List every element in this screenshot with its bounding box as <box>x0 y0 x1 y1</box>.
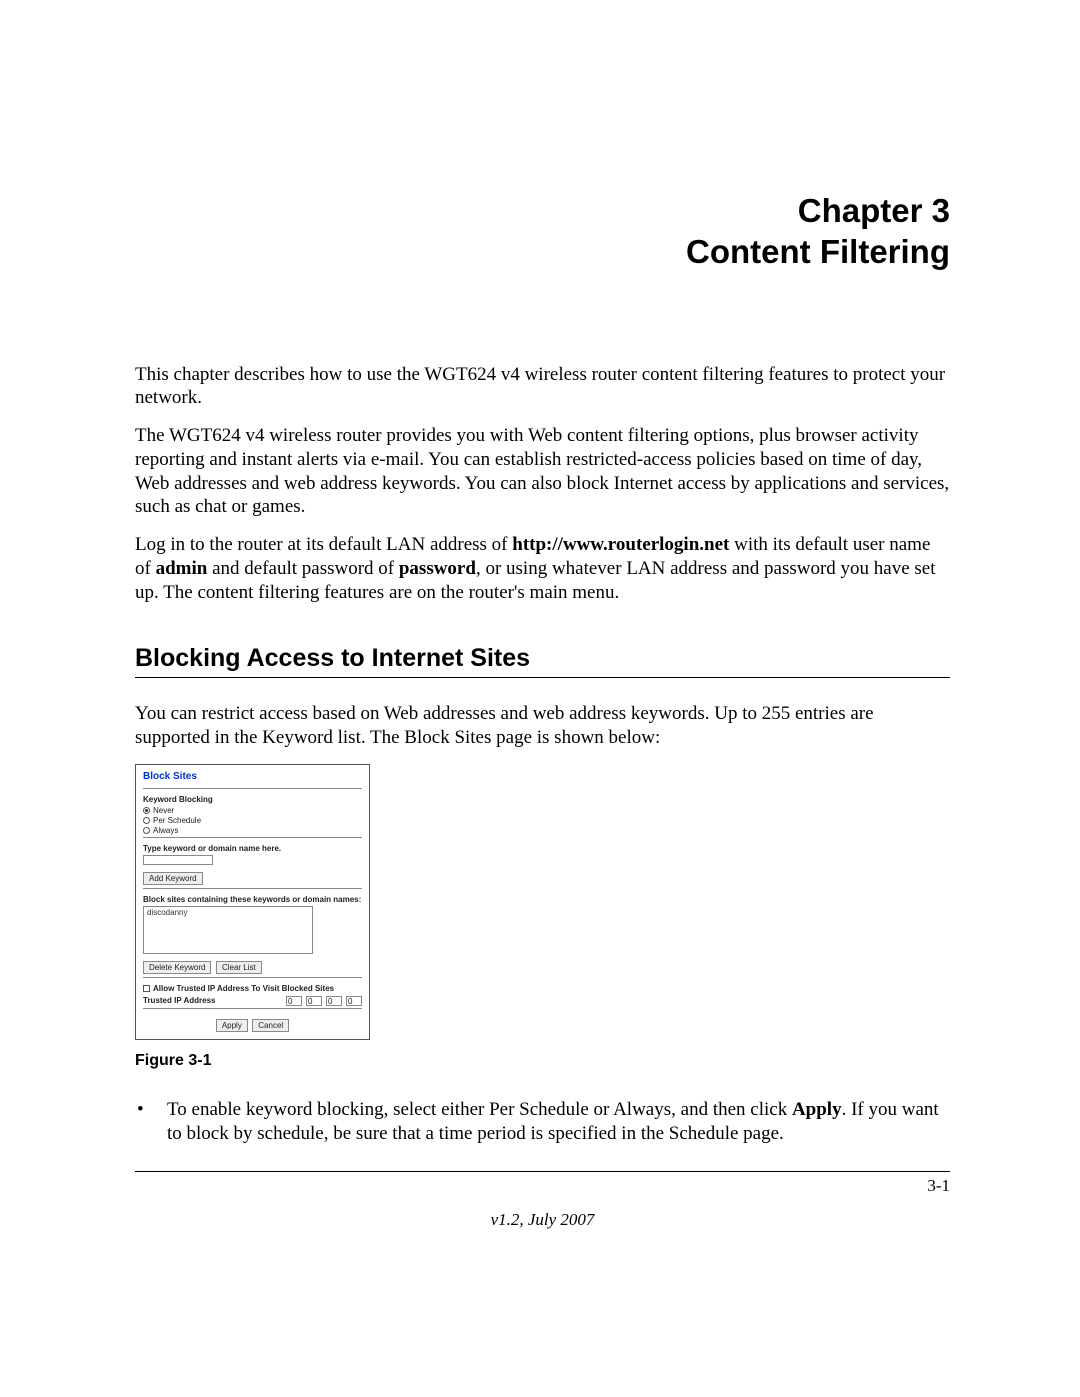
intro-paragraph-2: The WGT624 v4 wireless router provides y… <box>135 424 950 519</box>
delete-keyword-button[interactable]: Delete Keyword <box>143 961 211 974</box>
apply-button[interactable]: Apply <box>216 1019 248 1032</box>
p3-part-a: Log in to the router at its default LAN … <box>135 534 512 555</box>
figure-separator <box>143 888 362 889</box>
chapter-name: Content Filtering <box>135 231 950 272</box>
keyword-listbox[interactable]: discodanny <box>143 906 313 954</box>
checkbox-icon <box>143 985 150 992</box>
radio-icon <box>143 817 150 824</box>
clear-list-button[interactable]: Clear List <box>216 961 262 974</box>
router-url: http://www.routerlogin.net <box>512 534 729 555</box>
page-number: 3-1 <box>927 1176 950 1196</box>
section-heading: Blocking Access to Internet Sites <box>135 644 950 673</box>
ip-octet-1[interactable]: 0 <box>286 996 302 1006</box>
add-keyword-button[interactable]: Add Keyword <box>143 872 203 885</box>
radio-never-label: Never <box>153 806 174 815</box>
radio-per-schedule-row[interactable]: Per Schedule <box>143 816 362 825</box>
bullet-item: • To enable keyword blocking, select eit… <box>137 1098 950 1146</box>
chapter-number: Chapter 3 <box>135 190 950 231</box>
figure-separator <box>143 837 362 838</box>
trusted-ip-row: Trusted IP Address 0 0 0 0 <box>143 996 362 1006</box>
block-list-label: Block sites containing these keywords or… <box>143 895 362 904</box>
bullet-a: To enable keyword blocking, select eithe… <box>167 1099 792 1120</box>
radio-icon <box>143 807 150 814</box>
allow-trusted-row[interactable]: Allow Trusted IP Address To Visit Blocke… <box>143 984 362 993</box>
default-username: admin <box>156 558 208 579</box>
ip-octet-2[interactable]: 0 <box>306 996 322 1006</box>
section-rule <box>135 677 950 678</box>
keyword-blocking-label: Keyword Blocking <box>143 795 362 804</box>
allow-trusted-label: Allow Trusted IP Address To Visit Blocke… <box>153 984 334 993</box>
figure-separator <box>143 1008 362 1009</box>
radio-per-schedule-label: Per Schedule <box>153 816 201 825</box>
radio-icon <box>143 827 150 834</box>
footer: 3-1 <box>135 1176 950 1196</box>
footer-rule <box>135 1171 950 1172</box>
default-password: password <box>399 558 476 579</box>
ip-octet-4[interactable]: 0 <box>346 996 362 1006</box>
bullet-text: To enable keyword blocking, select eithe… <box>167 1098 950 1146</box>
radio-always-label: Always <box>153 826 178 835</box>
list-item: discodanny <box>147 908 309 917</box>
bullet-apply: Apply <box>792 1099 842 1120</box>
figure-title: Block Sites <box>143 771 362 782</box>
radio-never-row[interactable]: Never <box>143 806 362 815</box>
p3-part-c: and default password of <box>207 558 399 579</box>
chapter-title: Chapter 3 Content Filtering <box>135 190 950 273</box>
trusted-ip-label: Trusted IP Address <box>143 996 282 1005</box>
type-keyword-label: Type keyword or domain name here. <box>143 844 362 853</box>
figure-separator <box>143 788 362 789</box>
radio-always-row[interactable]: Always <box>143 826 362 835</box>
figure-separator <box>143 977 362 978</box>
figure-block-sites: Block Sites Keyword Blocking Never Per S… <box>135 764 370 1040</box>
cancel-button[interactable]: Cancel <box>252 1019 289 1032</box>
ip-octet-3[interactable]: 0 <box>326 996 342 1006</box>
keyword-input[interactable] <box>143 855 213 865</box>
figure-caption: Figure 3-1 <box>135 1052 950 1070</box>
intro-paragraph-1: This chapter describes how to use the WG… <box>135 363 950 411</box>
section-intro: You can restrict access based on Web add… <box>135 702 950 750</box>
bullet-icon: • <box>137 1098 167 1146</box>
intro-paragraph-3: Log in to the router at its default LAN … <box>135 533 950 604</box>
version-footer: v1.2, July 2007 <box>135 1210 950 1230</box>
